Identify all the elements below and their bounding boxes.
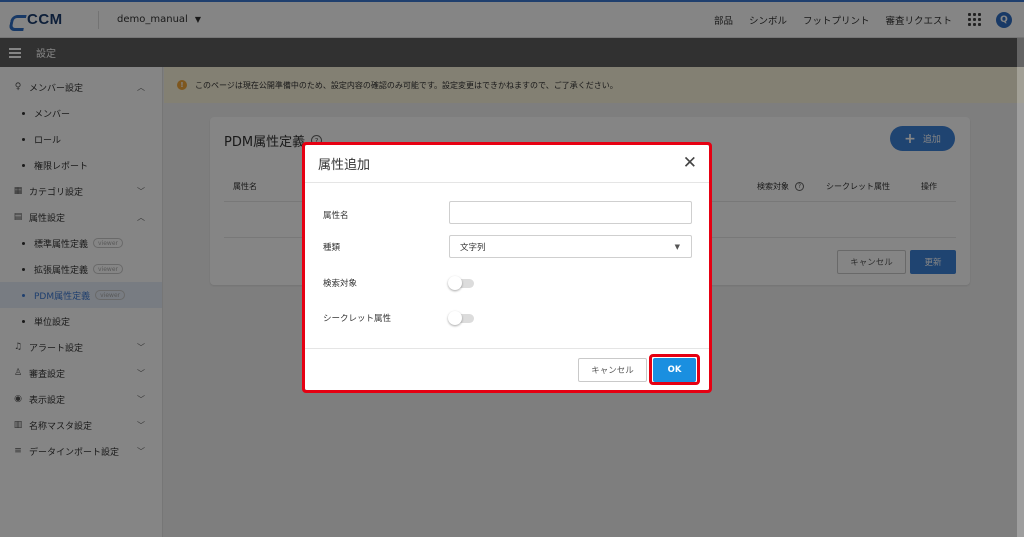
attribute-type-value: 文字列 [460, 242, 486, 253]
attribute-type-label: 種類 [323, 243, 341, 253]
dialog-title: 属性追加 [318, 158, 371, 173]
search-target-label: 検索対象 [323, 279, 358, 289]
add-attribute-dialog: 属性追加 ✕ 属性名 種類 文字列 ▼ 検索対象 シークレット属性 キャンセル … [305, 145, 709, 390]
attribute-type-select[interactable]: 文字列 ▼ [449, 235, 692, 258]
dialog-header: 属性追加 ✕ [305, 145, 709, 183]
caret-down-icon: ▼ [674, 242, 680, 251]
page-scrollbar[interactable] [1017, 38, 1024, 537]
secret-attribute-toggle[interactable] [448, 311, 474, 325]
search-target-toggle[interactable] [448, 276, 474, 290]
close-icon[interactable]: ✕ [683, 154, 697, 172]
dialog-footer-divider [305, 348, 709, 349]
toggle-knob [448, 276, 462, 290]
secret-attribute-label: シークレット属性 [323, 314, 392, 324]
toggle-knob [448, 311, 462, 325]
attribute-name-label: 属性名 [323, 211, 349, 221]
dialog-ok-button[interactable]: OK [653, 358, 696, 382]
dialog-cancel-button[interactable]: キャンセル [578, 358, 647, 382]
attribute-name-input[interactable] [449, 201, 692, 224]
